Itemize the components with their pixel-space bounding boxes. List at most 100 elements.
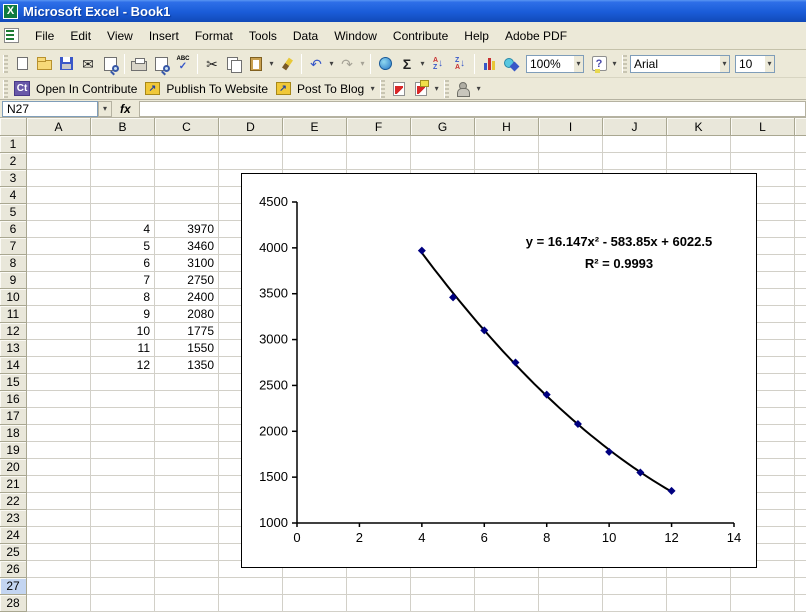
cell-D27[interactable] bbox=[219, 578, 283, 595]
cell-C28[interactable] bbox=[155, 595, 219, 612]
cell-F1[interactable] bbox=[347, 136, 411, 153]
cell-B25[interactable] bbox=[91, 544, 155, 561]
row-header-21[interactable]: 21 bbox=[0, 476, 27, 493]
cell-F28[interactable] bbox=[347, 595, 411, 612]
post-to-blog-button[interactable]: ↗ bbox=[272, 78, 294, 99]
cell-M3[interactable] bbox=[795, 170, 806, 187]
cell-A7[interactable] bbox=[27, 238, 91, 255]
font-size-combo[interactable]: 10 ▾ bbox=[735, 55, 775, 73]
cell-B24[interactable] bbox=[91, 527, 155, 544]
open-button[interactable] bbox=[33, 53, 55, 74]
cell-A14[interactable] bbox=[27, 357, 91, 374]
column-header-k[interactable]: K bbox=[667, 118, 731, 136]
toolbar-grip[interactable] bbox=[622, 55, 627, 73]
cell-C7[interactable]: 3460 bbox=[155, 238, 219, 255]
cell-A10[interactable] bbox=[27, 289, 91, 306]
sort-descending-button[interactable]: ZA ↓ bbox=[449, 53, 471, 74]
cell-G2[interactable] bbox=[411, 153, 475, 170]
column-header-b[interactable]: B bbox=[91, 118, 155, 136]
row-header-27[interactable]: 27 bbox=[0, 578, 27, 595]
cell-D2[interactable] bbox=[219, 153, 283, 170]
review-dropdown[interactable]: ▾ bbox=[474, 84, 483, 93]
cell-C19[interactable] bbox=[155, 442, 219, 459]
row-header-6[interactable]: 6 bbox=[0, 221, 27, 238]
cell-B13[interactable]: 11 bbox=[91, 340, 155, 357]
cell-M15[interactable] bbox=[795, 374, 806, 391]
cell-B21[interactable] bbox=[91, 476, 155, 493]
cell-M25[interactable] bbox=[795, 544, 806, 561]
cell-M10[interactable] bbox=[795, 289, 806, 306]
column-header-d[interactable]: D bbox=[219, 118, 283, 136]
cell-M4[interactable] bbox=[795, 187, 806, 204]
cell-C18[interactable] bbox=[155, 425, 219, 442]
search-button[interactable] bbox=[99, 53, 121, 74]
cell-M22[interactable] bbox=[795, 493, 806, 510]
cell-M17[interactable] bbox=[795, 408, 806, 425]
cell-A11[interactable] bbox=[27, 306, 91, 323]
column-header-g[interactable]: G bbox=[411, 118, 475, 136]
cell-C10[interactable]: 2400 bbox=[155, 289, 219, 306]
cell-M12[interactable] bbox=[795, 323, 806, 340]
column-header-l[interactable]: L bbox=[731, 118, 795, 136]
save-button[interactable] bbox=[55, 53, 77, 74]
formula-input[interactable] bbox=[139, 101, 806, 117]
cell-A27[interactable] bbox=[27, 578, 91, 595]
format-painter-button[interactable] bbox=[276, 53, 298, 74]
menu-item-edit[interactable]: Edit bbox=[62, 25, 99, 47]
name-box[interactable]: N27 bbox=[2, 101, 98, 117]
cell-C3[interactable] bbox=[155, 170, 219, 187]
cell-I28[interactable] bbox=[539, 595, 603, 612]
cell-M13[interactable] bbox=[795, 340, 806, 357]
cell-A16[interactable] bbox=[27, 391, 91, 408]
cell-C5[interactable] bbox=[155, 204, 219, 221]
name-box-dropdown[interactable]: ▾ bbox=[98, 101, 112, 117]
cell-B18[interactable] bbox=[91, 425, 155, 442]
cell-C4[interactable] bbox=[155, 187, 219, 204]
data-point-marker[interactable] bbox=[605, 448, 613, 456]
cell-A6[interactable] bbox=[27, 221, 91, 238]
cell-B16[interactable] bbox=[91, 391, 155, 408]
cell-B20[interactable] bbox=[91, 459, 155, 476]
send-for-review-button[interactable] bbox=[452, 78, 474, 99]
cell-A23[interactable] bbox=[27, 510, 91, 527]
cell-D1[interactable] bbox=[219, 136, 283, 153]
cell-A5[interactable] bbox=[27, 204, 91, 221]
print-preview-button[interactable] bbox=[150, 53, 172, 74]
cell-M16[interactable] bbox=[795, 391, 806, 408]
cell-J28[interactable] bbox=[603, 595, 667, 612]
cell-C25[interactable] bbox=[155, 544, 219, 561]
cell-C9[interactable]: 2750 bbox=[155, 272, 219, 289]
convert-to-pdf-email-button[interactable] bbox=[410, 78, 432, 99]
cell-M18[interactable] bbox=[795, 425, 806, 442]
trendline[interactable] bbox=[422, 253, 672, 492]
cell-D28[interactable] bbox=[219, 595, 283, 612]
cell-M5[interactable] bbox=[795, 204, 806, 221]
cell-B3[interactable] bbox=[91, 170, 155, 187]
cell-M1[interactable] bbox=[795, 136, 806, 153]
cell-H2[interactable] bbox=[475, 153, 539, 170]
cell-A24[interactable] bbox=[27, 527, 91, 544]
cell-B10[interactable]: 8 bbox=[91, 289, 155, 306]
column-header-i[interactable]: I bbox=[539, 118, 603, 136]
menu-item-view[interactable]: View bbox=[99, 25, 141, 47]
cell-A8[interactable] bbox=[27, 255, 91, 272]
row-header-24[interactable]: 24 bbox=[0, 527, 27, 544]
cell-M19[interactable] bbox=[795, 442, 806, 459]
new-button[interactable] bbox=[11, 53, 33, 74]
cell-F27[interactable] bbox=[347, 578, 411, 595]
cell-I2[interactable] bbox=[539, 153, 603, 170]
row-header-7[interactable]: 7 bbox=[0, 238, 27, 255]
toolbar-grip[interactable] bbox=[380, 80, 385, 98]
cell-B4[interactable] bbox=[91, 187, 155, 204]
cell-C17[interactable] bbox=[155, 408, 219, 425]
cell-B11[interactable]: 9 bbox=[91, 306, 155, 323]
cell-A3[interactable] bbox=[27, 170, 91, 187]
pdf-dropdown[interactable]: ▾ bbox=[432, 84, 441, 93]
cell-C26[interactable] bbox=[155, 561, 219, 578]
cell-F2[interactable] bbox=[347, 153, 411, 170]
zoom-combo[interactable]: 100% ▾ bbox=[526, 55, 584, 73]
cell-M23[interactable] bbox=[795, 510, 806, 527]
row-header-20[interactable]: 20 bbox=[0, 459, 27, 476]
menu-item-tools[interactable]: Tools bbox=[241, 25, 285, 47]
cell-J1[interactable] bbox=[603, 136, 667, 153]
